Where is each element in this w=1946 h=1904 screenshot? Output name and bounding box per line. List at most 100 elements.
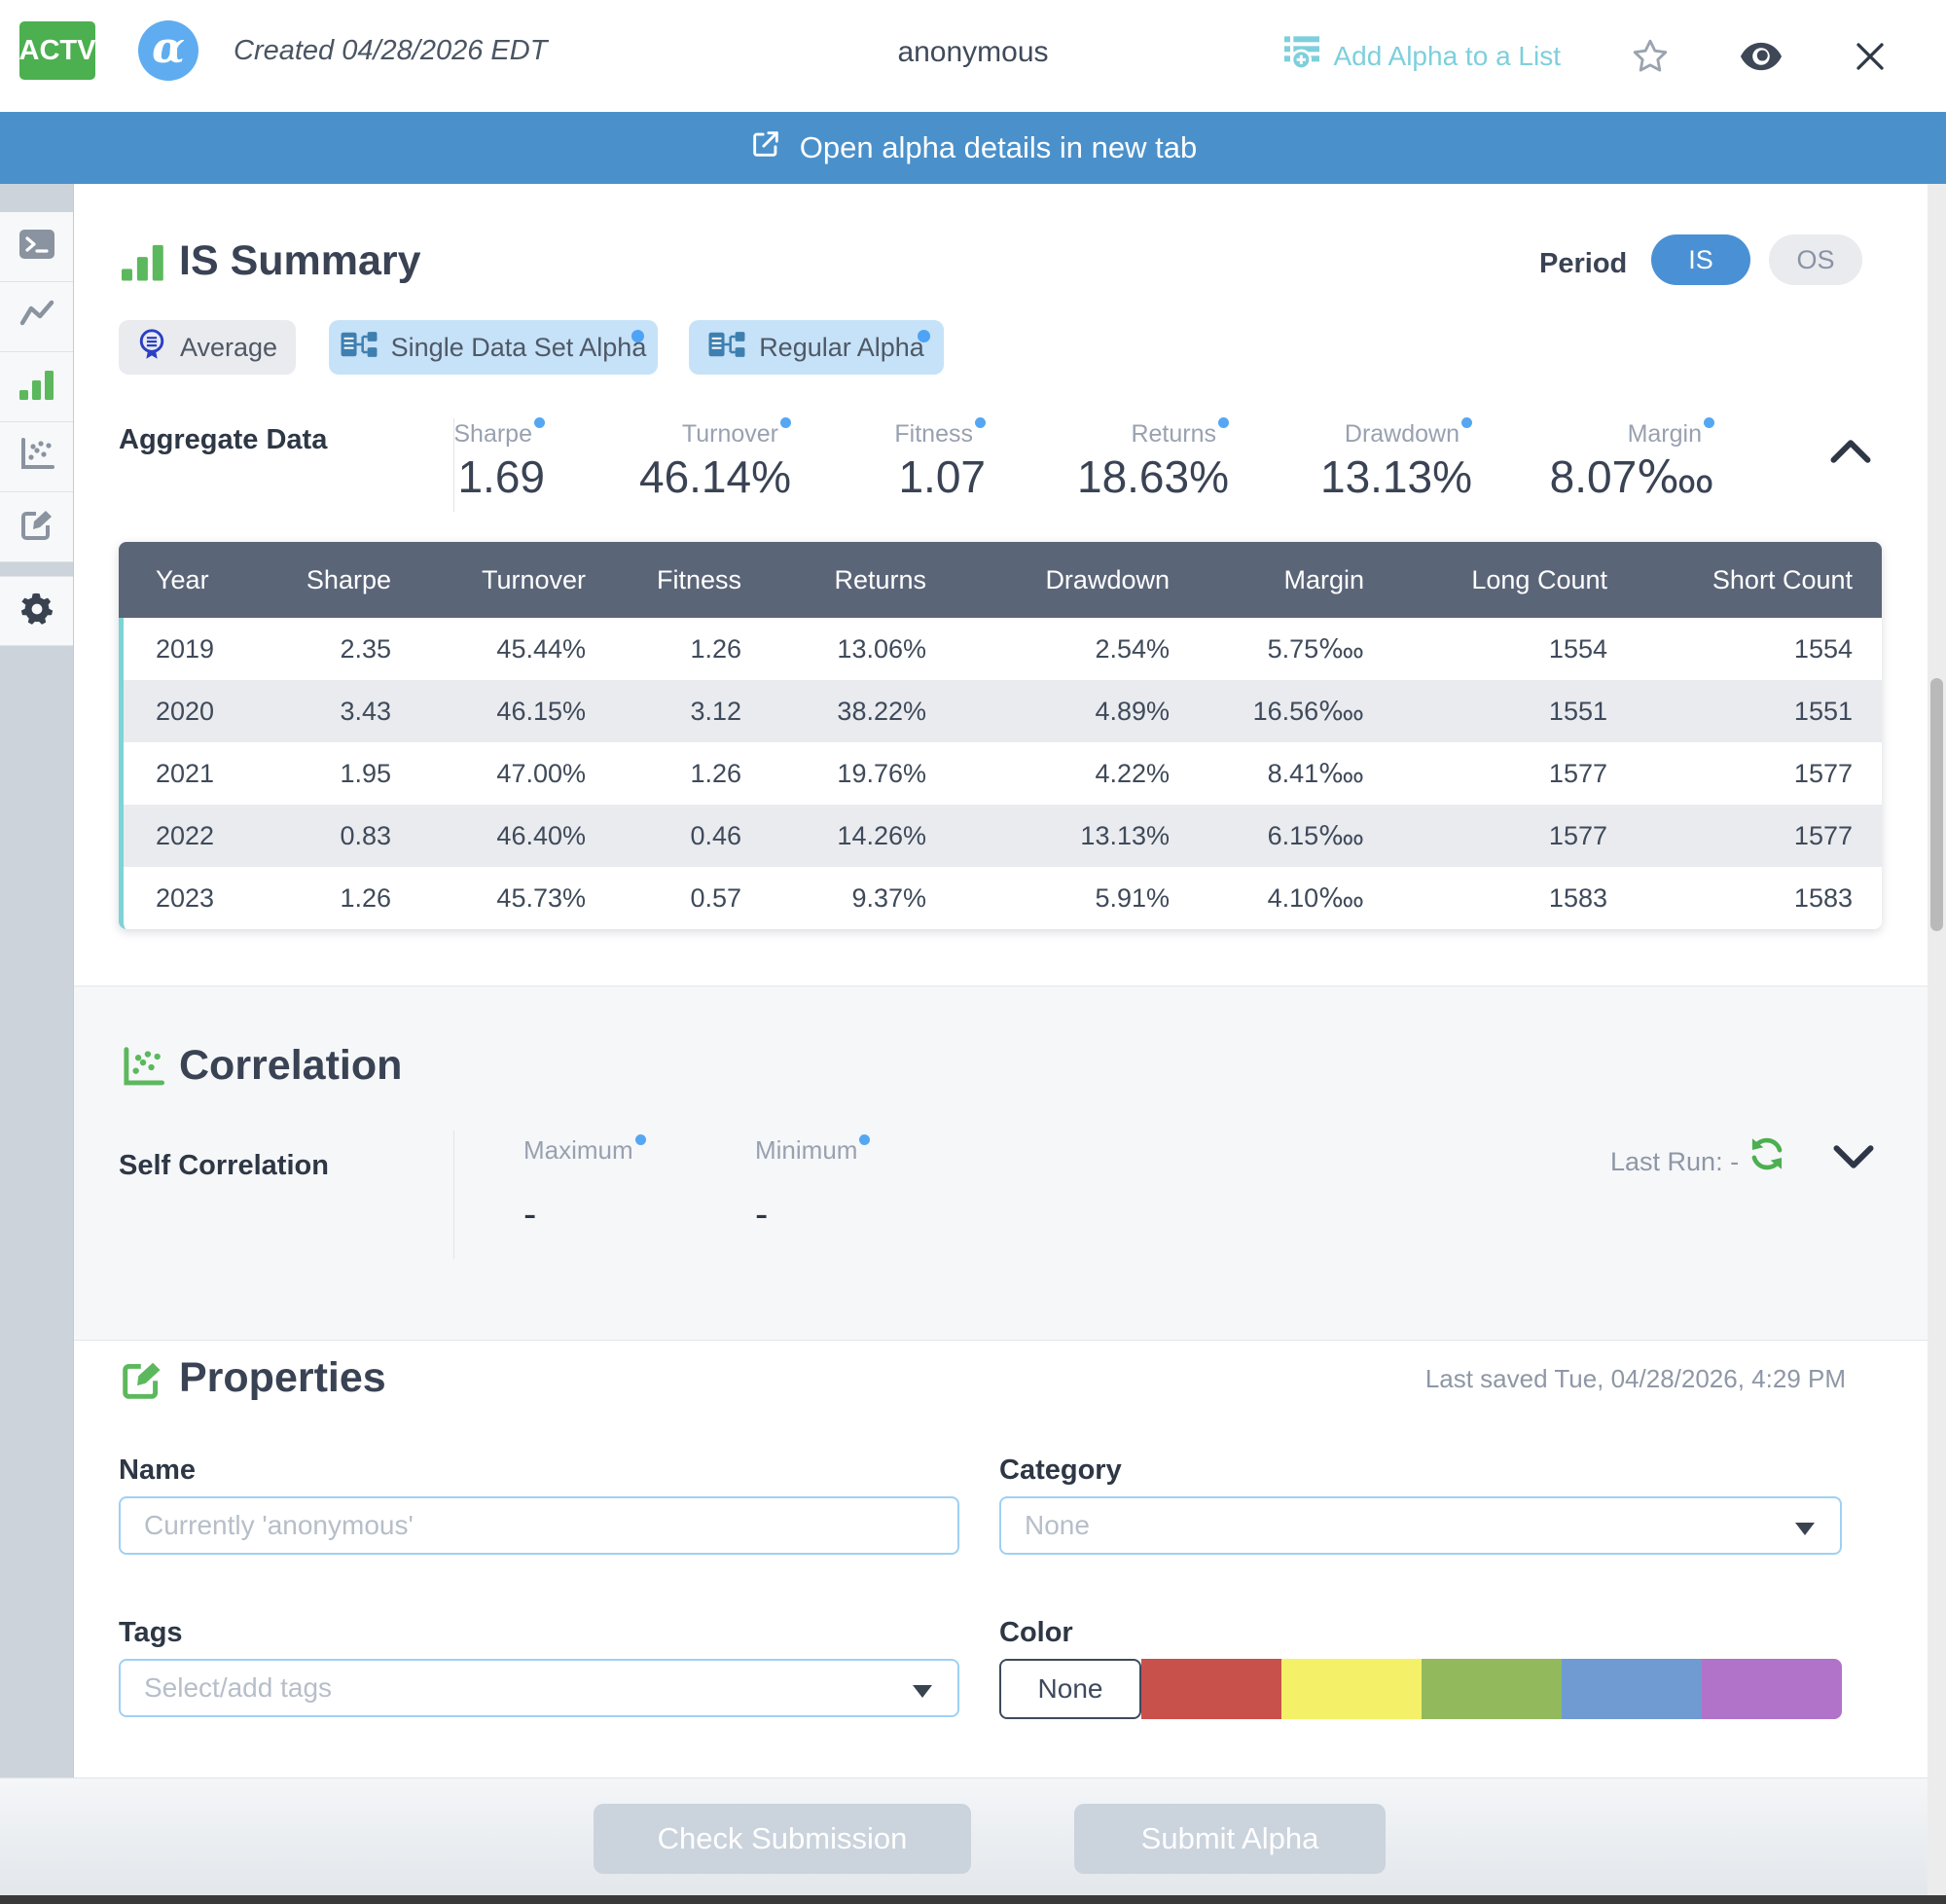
submit-alpha-button[interactable]: Submit Alpha <box>1074 1804 1386 1874</box>
close-icon[interactable] <box>1853 39 1888 74</box>
table-row-2023: 2023 1.26 45.73% 0.57 9.37% 5.91% 4.10‱ … <box>119 867 1882 929</box>
table-row-2021: 2021 1.95 47.00% 1.26 19.76% 4.22% 8.41‱… <box>119 742 1882 805</box>
cell: 2.35 <box>265 618 420 680</box>
stat-margin: Margin 8.07‱ <box>1550 417 1714 503</box>
correlation-maximum-value: - <box>523 1193 646 1237</box>
period-toggle-is[interactable]: IS <box>1651 234 1750 285</box>
correlation-minimum: Minimum - <box>755 1134 870 1237</box>
refresh-icon[interactable] <box>1748 1134 1786 1178</box>
add-to-list-label: Add Alpha to a List <box>1333 41 1561 72</box>
table-row-2022: 2022 0.83 46.40% 0.46 14.26% 13.13% 6.15… <box>119 805 1882 867</box>
filter-single-data-set-button[interactable]: Single Data Set Alpha <box>329 320 658 375</box>
stat-turnover: Turnover 46.14% <box>639 417 791 503</box>
filter-average-label: Average <box>180 333 277 363</box>
period-toggle-os[interactable]: OS <box>1769 234 1862 285</box>
col-year: Year <box>119 542 265 618</box>
cell: 45.73% <box>420 867 615 929</box>
self-correlation-label: Self Correlation <box>119 1150 329 1182</box>
footer-action-bar: Check Submission Submit Alpha <box>0 1778 1928 1895</box>
medal-icon <box>137 328 166 368</box>
info-dot <box>975 417 986 428</box>
filter-regular-alpha-button[interactable]: Regular Alpha <box>689 320 944 375</box>
col-fitness: Fitness <box>615 542 771 618</box>
collapse-chevron-up-icon[interactable] <box>1830 439 1871 469</box>
scrollbar-thumb[interactable] <box>1930 678 1943 931</box>
sidebar-item-summary-active[interactable] <box>0 352 73 422</box>
correlation-minimum-value: - <box>755 1193 870 1237</box>
stat-drawdown-value: 13.13% <box>1320 450 1472 503</box>
name-field-label: Name <box>119 1455 196 1487</box>
is-summary-title: IS Summary <box>179 237 421 285</box>
correlation-maximum: Maximum - <box>523 1134 646 1237</box>
star-icon[interactable] <box>1631 37 1670 76</box>
cell: 1.26 <box>615 618 771 680</box>
stat-fitness: Fitness 1.07 <box>894 417 986 503</box>
tags-select-placeholder: Select/add tags <box>144 1672 332 1704</box>
cell: 13.13% <box>955 805 1199 867</box>
cell: 1577 <box>1393 742 1637 805</box>
cell: 1583 <box>1393 867 1637 929</box>
data-set-icon <box>341 329 378 367</box>
color-swatch-blue[interactable] <box>1562 1659 1702 1719</box>
stat-returns-value: 18.63% <box>1077 450 1229 503</box>
add-to-list-icon <box>1284 35 1319 77</box>
period-label: Period <box>1539 248 1627 280</box>
cell: 1.26 <box>265 867 420 929</box>
cell: 1551 <box>1393 680 1637 742</box>
edit-pencil-icon <box>20 508 54 546</box>
name-input[interactable] <box>119 1496 959 1555</box>
cell: 2022 <box>119 805 265 867</box>
last-saved-label: Last saved Tue, 04/28/2026, 4:29 PM <box>1425 1364 1846 1394</box>
alpha-details-page: ACTV α Created 04/28/2026 EDT anonymous … <box>0 0 1946 1904</box>
add-alpha-to-list-button[interactable]: Add Alpha to a List <box>1284 35 1561 77</box>
info-dot <box>1704 417 1714 428</box>
properties-title: Properties <box>179 1354 386 1402</box>
cell: 1.95 <box>265 742 420 805</box>
cell: 46.40% <box>420 805 615 867</box>
color-field-label: Color <box>999 1617 1073 1649</box>
table-header-row: Year Sharpe Turnover Fitness Returns Dra… <box>119 542 1882 618</box>
info-dot <box>1218 417 1229 428</box>
info-dot <box>534 417 545 428</box>
sidebar-item-simulate[interactable] <box>0 212 73 282</box>
category-select[interactable]: None <box>999 1496 1842 1555</box>
left-sidebar <box>0 184 74 1778</box>
filter-average-button[interactable]: Average <box>119 320 296 375</box>
stat-returns: Returns 18.63% <box>1077 417 1229 503</box>
tags-select[interactable]: Select/add tags <box>119 1659 959 1717</box>
chevron-down-icon <box>1795 1523 1815 1535</box>
cell: 2.54% <box>955 618 1199 680</box>
cell: 4.89% <box>955 680 1199 742</box>
scrollbar-track[interactable] <box>1928 184 1946 1895</box>
color-swatch-purple[interactable] <box>1702 1659 1842 1719</box>
color-swatch-green[interactable] <box>1422 1659 1562 1719</box>
cell: 14.26% <box>771 805 955 867</box>
color-none-button[interactable]: None <box>999 1659 1141 1719</box>
cell: 19.76% <box>771 742 955 805</box>
color-swatch-yellow[interactable] <box>1281 1659 1422 1719</box>
sidebar-item-performance[interactable] <box>0 282 73 352</box>
cell: 6.15‱ <box>1199 805 1393 867</box>
col-margin: Margin <box>1199 542 1393 618</box>
top-bar: ACTV α Created 04/28/2026 EDT anonymous … <box>0 0 1946 112</box>
stat-sharpe-value: 1.69 <box>453 450 545 503</box>
color-swatch-red[interactable] <box>1141 1659 1281 1719</box>
cell: 5.91% <box>955 867 1199 929</box>
sidebar-item-correlation[interactable] <box>0 422 73 492</box>
scatter-plot-icon <box>19 438 54 476</box>
cell: 4.10‱ <box>1199 867 1393 929</box>
top-bar-actions: Add Alpha to a List <box>1284 0 1888 112</box>
open-details-banner[interactable]: Open alpha details in new tab <box>0 112 1946 184</box>
col-short-count: Short Count <box>1637 542 1882 618</box>
check-submission-button[interactable]: Check Submission <box>594 1804 971 1874</box>
cell: 1577 <box>1637 742 1882 805</box>
expand-chevron-down-icon[interactable] <box>1833 1144 1874 1174</box>
tags-field-label: Tags <box>119 1617 183 1649</box>
col-drawdown: Drawdown <box>955 542 1199 618</box>
cell: 9.37% <box>771 867 955 929</box>
sidebar-item-settings[interactable] <box>0 576 73 646</box>
visibility-eye-icon[interactable] <box>1740 42 1783 71</box>
cell: 0.46 <box>615 805 771 867</box>
sidebar-item-properties[interactable] <box>0 492 73 562</box>
info-dot <box>635 1134 646 1145</box>
